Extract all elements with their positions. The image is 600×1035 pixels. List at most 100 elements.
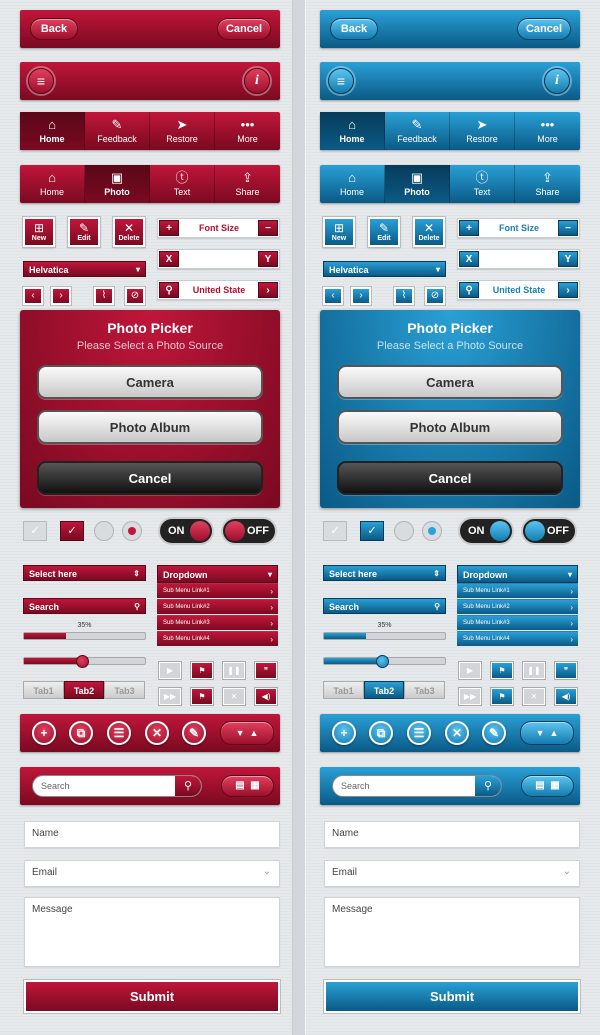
state-next[interactable]: › <box>258 282 278 298</box>
delete-button[interactable]: ✕ Delete <box>113 217 145 247</box>
checkbox-unchecked[interactable]: ✓ <box>323 521 347 541</box>
select-here[interactable]: Select here ⇕ <box>23 565 146 581</box>
list-icon[interactable]: ☰ <box>107 721 131 745</box>
tab3[interactable]: Tab3 <box>104 681 145 699</box>
font-size-plus[interactable]: + <box>159 220 179 236</box>
dropdown[interactable]: Dropdown ▾ <box>157 565 278 583</box>
compose-icon[interactable]: ⧉ <box>369 721 393 745</box>
x-button[interactable]: X <box>159 251 179 267</box>
radio-selected[interactable] <box>422 521 442 541</box>
pause-button[interactable]: ❚❚ <box>223 662 245 679</box>
next-button[interactable]: › <box>351 287 371 305</box>
flag-forward-button[interactable]: ⚑ <box>491 688 513 705</box>
new-button[interactable]: ⊞ New <box>323 217 355 247</box>
tab-text[interactable]: ⓣ Text <box>150 165 215 203</box>
tab-home[interactable]: ⌂ Home <box>20 112 85 150</box>
submit-button[interactable]: Submit <box>324 980 580 1013</box>
checkbox-checked[interactable]: ✓ <box>360 521 384 541</box>
flag-forward-button[interactable]: ⚑ <box>191 688 213 705</box>
dropdown[interactable]: Dropdown ▾ <box>457 565 578 583</box>
tab2[interactable]: Tab2 <box>364 681 404 699</box>
y-button[interactable]: Y <box>258 251 278 267</box>
toggle-off[interactable]: OFF <box>521 517 577 545</box>
compass-button[interactable]: ⊘ <box>425 287 445 305</box>
tab-restore[interactable]: ➤ Restore <box>450 112 515 150</box>
tab1[interactable]: Tab1 <box>23 681 64 699</box>
forward-button[interactable]: ▶▶ <box>159 688 181 705</box>
forward-button[interactable]: ▶▶ <box>459 688 481 705</box>
tab-photo[interactable]: ▣ Photo <box>85 165 150 203</box>
list-icon[interactable]: ☰ <box>407 721 431 745</box>
prev-button[interactable]: ‹ <box>323 287 343 305</box>
tab1[interactable]: Tab1 <box>323 681 364 699</box>
shuffle-button[interactable]: ✕ <box>223 688 245 705</box>
radio-unselected[interactable] <box>94 521 114 541</box>
info-icon[interactable]: i <box>544 68 570 94</box>
close-icon[interactable]: ✕ <box>445 721 469 745</box>
flag-button[interactable]: ⚑ <box>191 662 213 679</box>
tab-feedback[interactable]: ✎ Feedback <box>385 112 450 150</box>
edit-button[interactable]: ✎ Edit <box>68 217 100 247</box>
cancel-button[interactable]: Cancel <box>517 18 571 40</box>
pause-button[interactable]: ❚❚ <box>523 662 545 679</box>
tab-home[interactable]: ⌂ Home <box>320 165 385 203</box>
add-icon[interactable]: + <box>32 721 56 745</box>
tab-feedback[interactable]: ✎ Feedback <box>85 112 150 150</box>
up-down-segment[interactable]: ▼ ▲ <box>220 721 274 745</box>
attach-button[interactable]: ⌇ <box>94 287 114 305</box>
font-size-minus[interactable]: − <box>558 220 578 236</box>
sub-menu-link-3[interactable]: Sub Menu Link#3 › <box>157 615 278 630</box>
search-field[interactable]: Search ⚲ <box>23 598 146 614</box>
edit-button[interactable]: ✎ Edit <box>368 217 400 247</box>
name-field[interactable]: Name <box>324 821 580 848</box>
tab2[interactable]: Tab2 <box>64 681 104 699</box>
search-icon[interactable]: ⚲ <box>475 776 501 796</box>
cancel-button[interactable]: Cancel <box>217 18 271 40</box>
volume-button[interactable]: ◀) <box>255 688 277 705</box>
sub-menu-link-1[interactable]: Sub Menu Link#1 › <box>157 583 278 598</box>
tab-restore[interactable]: ➤ Restore <box>150 112 215 150</box>
location-button[interactable]: ⚲ <box>159 282 179 298</box>
email-field[interactable]: Email ⌄ <box>324 860 580 887</box>
select-here[interactable]: Select here ⇕ <box>323 565 446 581</box>
radio-selected[interactable] <box>122 521 142 541</box>
toggle-on[interactable]: ON <box>158 517 214 545</box>
tab-share[interactable]: ⇪ Share <box>515 165 580 203</box>
camera-button[interactable]: Camera <box>337 365 563 399</box>
slider-knob[interactable] <box>76 655 90 668</box>
add-icon[interactable]: + <box>332 721 356 745</box>
attach-button[interactable]: ⌇ <box>394 287 414 305</box>
back-button[interactable]: Back <box>30 18 78 40</box>
font-size-minus[interactable]: − <box>258 220 278 236</box>
compose-icon[interactable]: ⧉ <box>69 721 93 745</box>
tab-home[interactable]: ⌂ Home <box>320 112 385 150</box>
name-field[interactable]: Name <box>24 821 280 848</box>
sub-menu-link-3[interactable]: Sub Menu Link#3 › <box>457 615 578 630</box>
play-button[interactable]: ▶ <box>459 662 481 679</box>
compass-button[interactable]: ⊘ <box>125 287 145 305</box>
state-next[interactable]: › <box>558 282 578 298</box>
font-select[interactable]: Helvatica ▾ <box>23 261 146 277</box>
pencil-icon[interactable]: ✎ <box>482 721 506 745</box>
new-button[interactable]: ⊞ New <box>23 217 55 247</box>
search-icon[interactable]: ⚲ <box>175 776 201 796</box>
font-size-plus[interactable]: + <box>459 220 479 236</box>
tab3[interactable]: Tab3 <box>404 681 445 699</box>
quote-button[interactable]: ❞ <box>555 662 577 679</box>
back-button[interactable]: Back <box>330 18 378 40</box>
submit-button[interactable]: Submit <box>24 980 280 1013</box>
menu-icon[interactable]: ≡ <box>28 68 54 94</box>
picker-cancel-button[interactable]: Cancel <box>37 461 263 495</box>
font-select[interactable]: Helvatica ▾ <box>323 261 446 277</box>
tab-photo[interactable]: ▣ Photo <box>385 165 450 203</box>
quote-button[interactable]: ❞ <box>255 662 277 679</box>
sub-menu-link-4[interactable]: Sub Menu Link#4 › <box>457 631 578 646</box>
info-icon[interactable]: i <box>244 68 270 94</box>
message-field[interactable]: Message <box>324 897 580 967</box>
play-button[interactable]: ▶ <box>159 662 181 679</box>
view-toggle[interactable]: ▤ ▦ <box>521 775 574 797</box>
email-field[interactable]: Email ⌄ <box>24 860 280 887</box>
menu-icon[interactable]: ≡ <box>328 68 354 94</box>
sub-menu-link-1[interactable]: Sub Menu Link#1 › <box>457 583 578 598</box>
toggle-off[interactable]: OFF <box>221 517 277 545</box>
